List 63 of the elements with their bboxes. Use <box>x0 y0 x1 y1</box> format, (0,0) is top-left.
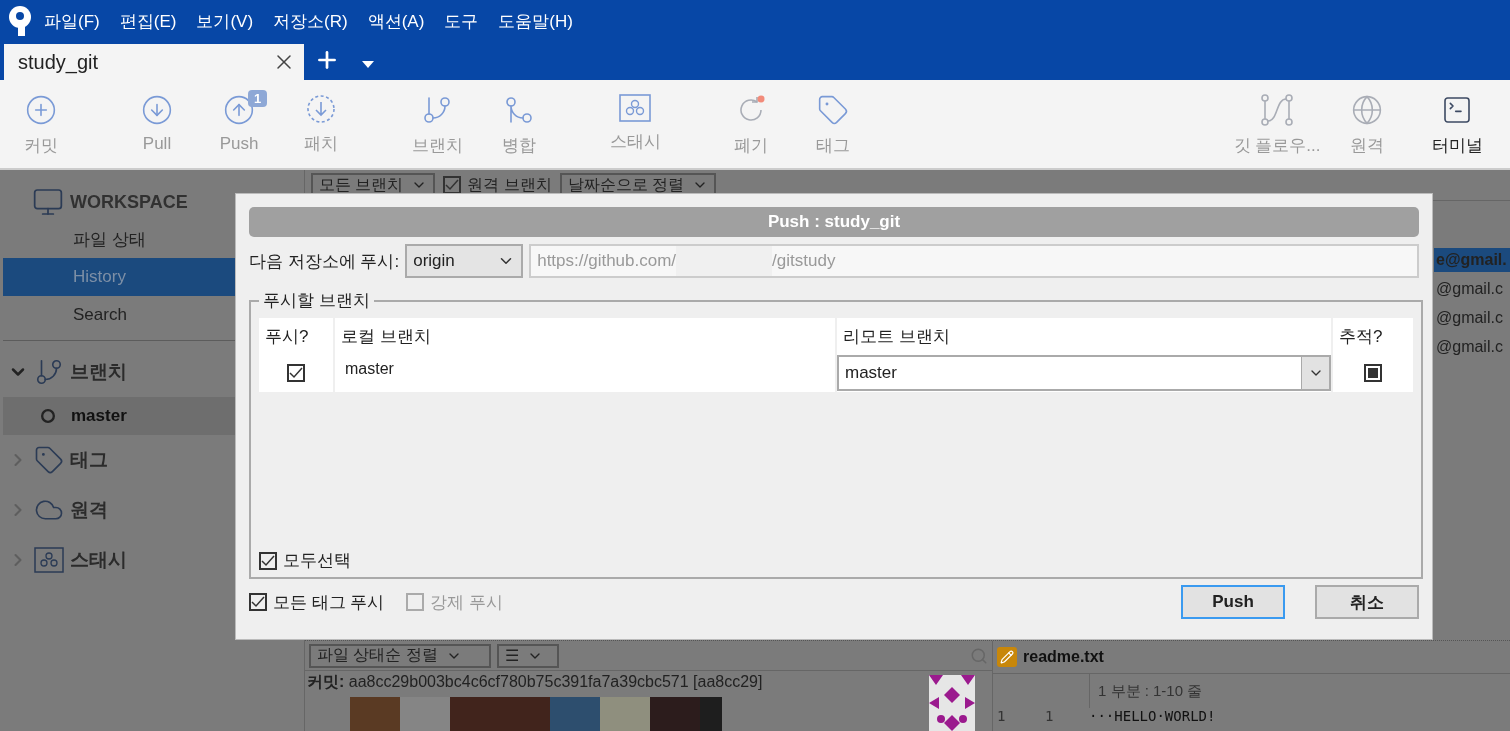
dropdown-icon[interactable] <box>362 61 374 68</box>
line-number: 1 <box>1044 708 1055 724</box>
line-number: 1 <box>996 708 1007 724</box>
column-header: 추적? <box>1333 318 1413 354</box>
column-header: 푸시? <box>259 318 333 354</box>
checkbox-label: 모든 태그 푸시 <box>273 591 385 614</box>
menu-item[interactable]: 도움말(H) <box>488 9 583 33</box>
tag-icon <box>817 94 849 126</box>
checkbox[interactable] <box>249 593 267 611</box>
circle-icon <box>41 409 55 423</box>
terminal-icon <box>1441 94 1473 126</box>
checkbox[interactable] <box>1364 364 1382 382</box>
sort-dropdown[interactable]: 파일 상태순 정렬 <box>309 643 491 668</box>
checkbox-label: 원격 브랜치 <box>467 174 552 195</box>
menu-item[interactable]: 저장소(R) <box>263 9 358 33</box>
section-title[interactable]: 태그 <box>70 447 108 473</box>
up-arrow-circle-icon <box>223 94 255 126</box>
section-title: WORKSPACE <box>70 191 188 213</box>
url-field[interactable]: https://github.com/ /gitstudy <box>529 244 1419 278</box>
remote-branch-select[interactable]: master <box>837 355 1331 391</box>
merge-icon <box>503 94 535 126</box>
section-title[interactable]: 브랜치 <box>70 359 127 385</box>
cancel-button[interactable]: 취소 <box>1315 585 1419 619</box>
plus-circle-icon <box>25 94 57 126</box>
section-title[interactable]: 스태시 <box>70 547 127 573</box>
checkbox-label: 강제 푸시 <box>430 591 504 614</box>
menu-item[interactable]: 보기(V) <box>186 9 264 33</box>
author-email[interactable]: @gmail.c <box>1434 276 1510 301</box>
count-badge: 1 <box>248 90 268 107</box>
menu-item[interactable]: 편집(E) <box>109 9 187 33</box>
code-line: ···HELLO·WORLD! <box>1089 708 1216 724</box>
menu-item[interactable]: 파일(F) <box>34 9 110 33</box>
author-email[interactable]: @gmail.c <box>1434 305 1510 330</box>
file-name: readme.txt <box>1023 648 1104 666</box>
tag-icon <box>34 445 64 475</box>
branch-icon <box>421 94 453 126</box>
git-flow-icon <box>1260 94 1294 126</box>
checkbox[interactable] <box>259 551 277 570</box>
section-title[interactable]: 원격 <box>70 497 108 523</box>
remote-select[interactable]: origin <box>405 244 524 278</box>
push-button[interactable]: Push <box>1181 585 1285 619</box>
monitor-icon <box>32 186 64 218</box>
app-logo-icon <box>6 5 34 37</box>
branch-icon <box>34 357 64 387</box>
stash-icon <box>619 94 651 122</box>
toolbar-label[interactable]: 터미널 <box>1431 134 1483 157</box>
menu-item[interactable]: 도구 <box>434 9 489 33</box>
author-email[interactable]: @gmail.c <box>1434 334 1510 359</box>
menu-item[interactable]: 액션(A) <box>357 9 435 33</box>
globe-icon <box>1351 94 1383 126</box>
commit-hash: 커밋: aa8cc29b003bc4c6cf780b75c391fa7a39cbc571 [aa8cc29] <box>306 672 763 691</box>
stash-icon <box>34 547 64 573</box>
checkbox[interactable] <box>287 364 305 382</box>
table-cell: master <box>335 354 835 392</box>
view-dropdown[interactable]: ☰ <box>497 643 559 668</box>
column-header: 로컬 브랜치 <box>335 318 835 354</box>
dialog-title: Push : study_git <box>249 207 1419 237</box>
pencil-icon <box>997 647 1017 667</box>
checkbox-label: 모두선택 <box>283 550 351 572</box>
column-header: 리모트 브랜치 <box>837 318 1331 354</box>
down-arrow-circle-icon <box>141 94 173 126</box>
tab[interactable]: study_git <box>4 44 304 80</box>
hunk-header: 1 부분 : 1-10 줄 <box>1089 674 1510 708</box>
